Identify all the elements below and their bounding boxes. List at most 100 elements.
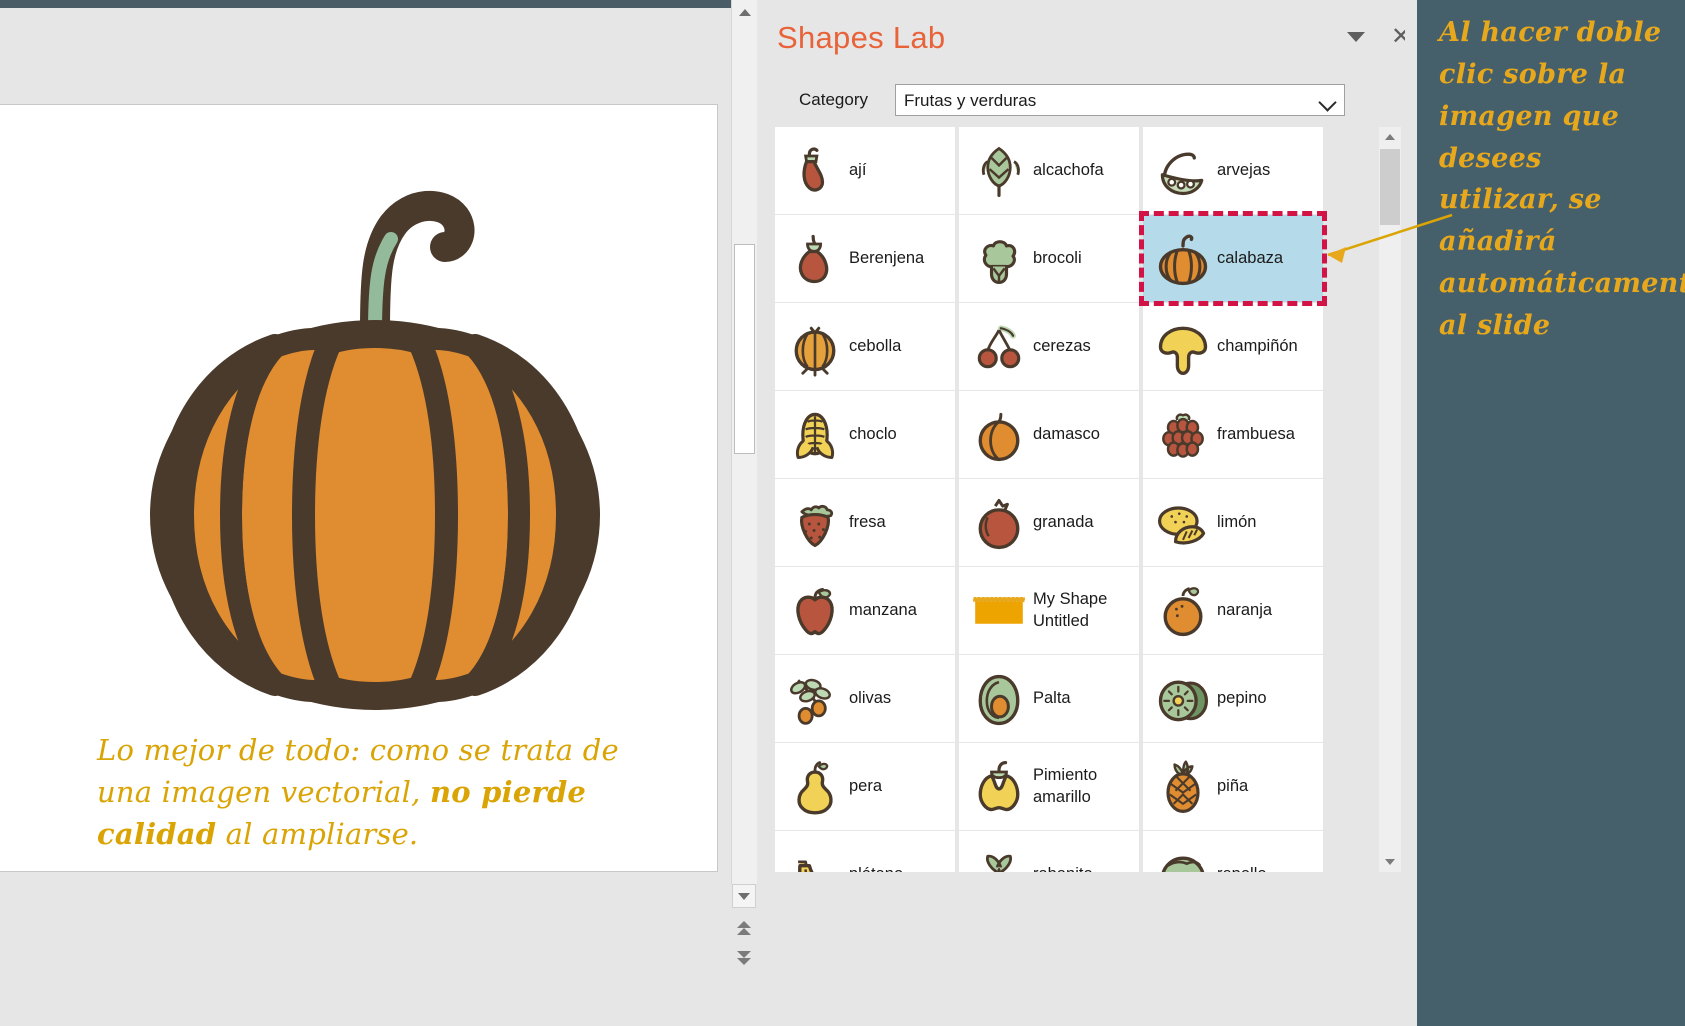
shape-item-olivas[interactable]: olivas [775, 655, 955, 742]
shape-item-calabaza[interactable]: calabaza [1139, 211, 1327, 306]
shape-item-label: cebolla [849, 336, 902, 355]
cucumber-icon [1149, 663, 1217, 735]
annotation-text: Al hacer doble clic sobre la imagen que … [1439, 17, 1685, 341]
shape-item-palta[interactable]: Palta [959, 655, 1139, 742]
shape-item-label: calabaza [1217, 248, 1284, 267]
corn-icon [781, 399, 849, 471]
raspberry-icon [1149, 399, 1217, 471]
shape-item-label: manzana [849, 600, 917, 619]
chevron-down-icon [1318, 93, 1337, 112]
shape-item-label: arvejas [1217, 160, 1271, 179]
next-slide-button[interactable] [732, 946, 756, 970]
bell-pepper-icon [965, 751, 1033, 823]
shapes-lab-pane: Shapes Lab ✕ Category Frutas y verduras … [757, 0, 1417, 1026]
pomegranate-icon [965, 487, 1033, 559]
shape-item-my-shape-untitled[interactable]: My Shape Untitled [959, 567, 1139, 654]
lemon-icon [1149, 487, 1217, 559]
cherries-icon [965, 311, 1033, 383]
shape-item-pepino[interactable]: pepino [1143, 655, 1323, 742]
shape-item-champiñón[interactable]: champiñón [1143, 303, 1323, 390]
cabbage-icon [1149, 839, 1217, 872]
radish-icon [965, 839, 1033, 872]
pane-header: Shapes Lab ✕ [757, 0, 1417, 80]
eggplant-icon [781, 223, 849, 295]
pumpkin-illustration[interactable] [125, 155, 625, 715]
custom-shape-icon [965, 575, 1033, 647]
category-select-value: Frutas y verduras [904, 91, 1037, 110]
pear-icon [781, 751, 849, 823]
shape-item-label: naranja [1217, 600, 1273, 619]
triangle-down-icon [1385, 859, 1395, 865]
shape-item-berenjena[interactable]: Berenjena [775, 215, 955, 302]
shape-item-granada[interactable]: granada [959, 479, 1139, 566]
shape-item-label: pepino [1217, 688, 1267, 707]
shape-item-choclo[interactable]: choclo [775, 391, 955, 478]
shape-item-arvejas[interactable]: arvejas [1143, 127, 1323, 214]
slide-nav-buttons [731, 884, 757, 1026]
shape-item-cerezas[interactable]: cerezas [959, 303, 1139, 390]
shape-item-label: damasco [1033, 424, 1100, 443]
grid-scroll-up-button[interactable] [1379, 127, 1401, 147]
shape-item-label: ají [849, 160, 867, 179]
shape-item-label: fresa [849, 512, 886, 531]
shape-item-naranja[interactable]: naranja [1143, 567, 1323, 654]
previous-slide-button[interactable] [732, 916, 756, 940]
double-chevron-down-icon [737, 951, 751, 965]
scroll-up-button[interactable] [732, 0, 757, 24]
shapes-grid-container[interactable]: ají alcachofa arvejas Berenjena brocoli calab… [775, 127, 1375, 872]
shape-item-label: olivas [849, 688, 892, 707]
shape-item-label: plátano [849, 864, 907, 872]
shape-item-label: choclo [849, 424, 897, 443]
shape-item-label: alcachofa [1033, 160, 1104, 179]
scroll-down-button[interactable] [732, 884, 756, 908]
slide-canvas[interactable]: Lo mejor de todo: como se trata de una i… [0, 104, 718, 872]
pane-title: Shapes Lab [777, 20, 946, 55]
shape-item-label: brocoli [1033, 248, 1082, 267]
shape-item-frambuesa[interactable]: frambuesa [1143, 391, 1323, 478]
slide-caption[interactable]: Lo mejor de todo: como se trata de una i… [97, 730, 637, 855]
mushroom-icon [1149, 311, 1217, 383]
shape-item-brocoli[interactable]: brocoli [959, 215, 1139, 302]
shape-item-alcachofa[interactable]: alcachofa [959, 127, 1139, 214]
category-select[interactable]: Frutas y verduras [895, 84, 1345, 116]
category-row: Category Frutas y verduras [757, 84, 1417, 120]
pineapple-icon [1149, 751, 1217, 823]
artichoke-icon [965, 135, 1033, 207]
shape-item-label: piña [1217, 776, 1249, 795]
shape-item-pimiento-amarillo[interactable]: Pimiento amarillo [959, 743, 1139, 830]
broccoli-icon [965, 223, 1033, 295]
avocado-icon [965, 663, 1033, 735]
shape-item-cebolla[interactable]: cebolla [775, 303, 955, 390]
pane-collapse-chevron-down-icon[interactable] [1347, 32, 1365, 42]
shape-item-label: champiñón [1217, 336, 1298, 355]
apricot-icon [965, 399, 1033, 471]
shape-item-repollo[interactable]: repollo [1143, 831, 1323, 872]
window-top-strip [0, 0, 790, 8]
shape-item-pera[interactable]: pera [775, 743, 955, 830]
shape-item-plátano[interactable]: plátano [775, 831, 955, 872]
shape-item-label: frambuesa [1217, 424, 1295, 443]
grid-scroll-down-button[interactable] [1379, 852, 1401, 872]
scrollbar-thumb[interactable] [734, 244, 755, 454]
orange-icon [1149, 575, 1217, 647]
shape-item-label: My Shape Untitled [1033, 590, 1108, 630]
double-chevron-up-icon [737, 921, 751, 935]
shape-item-label: limón [1217, 512, 1257, 531]
shape-item-ají[interactable]: ají [775, 127, 955, 214]
slide-vertical-scrollbar[interactable] [731, 0, 757, 884]
pumpkin-icon [1149, 223, 1217, 295]
shape-item-label: Pimiento amarillo [1033, 766, 1098, 806]
pane-close-icon[interactable]: ✕ [1391, 22, 1405, 51]
shape-item-manzana[interactable]: manzana [775, 567, 955, 654]
shape-item-damasco[interactable]: damasco [959, 391, 1139, 478]
shape-item-limón[interactable]: limón [1143, 479, 1323, 566]
chili-pepper-icon [781, 135, 849, 207]
shape-item-piña[interactable]: piña [1143, 743, 1323, 830]
app-root: Lo mejor de todo: como se trata de una i… [0, 0, 1685, 1026]
shape-item-label: Palta [1033, 688, 1071, 707]
shape-item-rabanito[interactable]: rabanito [959, 831, 1139, 872]
shape-item-fresa[interactable]: fresa [775, 479, 955, 566]
shapes-grid-scrollbar[interactable] [1379, 127, 1401, 872]
shape-item-label: repollo [1217, 864, 1271, 872]
grid-scrollbar-thumb[interactable] [1380, 149, 1400, 225]
